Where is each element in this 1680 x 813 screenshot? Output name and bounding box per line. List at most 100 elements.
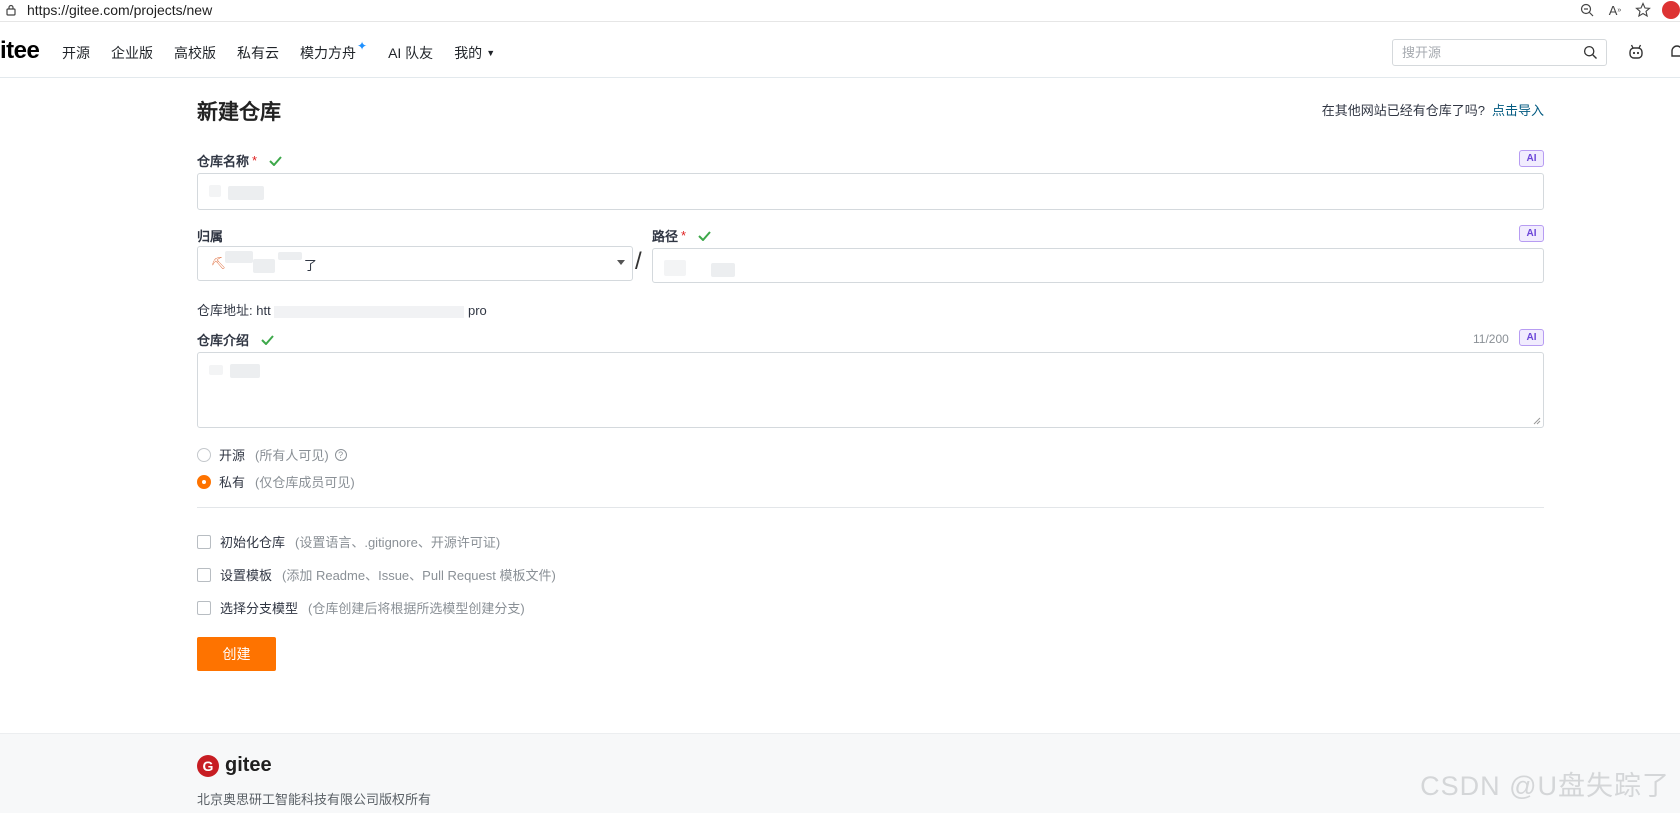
footer-logo-text: gitee — [225, 754, 272, 776]
valid-check-icon — [698, 230, 711, 241]
checkbox-label: 选择分支模型 — [220, 601, 299, 616]
search-input[interactable] — [1393, 40, 1573, 65]
intro-label-text: 仓库介绍 — [197, 333, 250, 348]
owner-label-text: 归属 — [197, 229, 224, 244]
nav-mine-dropdown[interactable]: 我的 ▼ — [454, 43, 495, 63]
nav-label: 高校版 — [174, 45, 216, 61]
profile-avatar-icon[interactable] — [1662, 1, 1680, 19]
import-hint: 在其他网站已经有仓库了吗? 点击导入 — [1322, 100, 1544, 119]
nav-moli-fangzhou[interactable]: 模力方舟 ✦ — [300, 39, 367, 63]
path-separator: / — [635, 248, 642, 275]
url-text[interactable]: https://gitee.com/projects/new — [27, 2, 212, 18]
radio-public[interactable] — [197, 447, 211, 462]
repo-address: 仓库地址: htt pro — [197, 300, 487, 319]
repo-name-label: 仓库名称 * — [197, 151, 282, 170]
browser-address-bar: https://gitee.com/projects/new A» — [0, 0, 1680, 22]
zoom-out-icon[interactable] — [1578, 1, 1596, 19]
path-input[interactable] — [652, 248, 1544, 283]
checkbox-templates[interactable] — [197, 567, 211, 582]
nav-label: 模力方舟 — [300, 45, 356, 61]
favorite-star-icon[interactable] — [1634, 1, 1652, 19]
redacted-text — [209, 365, 223, 375]
ai-assist-button[interactable]: AI — [1519, 225, 1544, 242]
redacted-text — [225, 251, 253, 263]
intro-textarea[interactable] — [197, 352, 1544, 428]
repo-name-input[interactable] — [197, 173, 1544, 210]
owner-select[interactable]: ⛏ 了 — [197, 246, 633, 281]
checkbox-label: 设置模板 — [220, 568, 273, 583]
nav-private-cloud[interactable]: 私有云 — [237, 43, 279, 63]
option-branch-model[interactable]: 选择分支模型 (仓库创建后将根据所选模型创建分支) — [197, 598, 525, 617]
owner-name-suffix: 了 — [304, 258, 318, 273]
path-label: 路径 * — [652, 226, 711, 245]
visibility-public[interactable]: 开源 (所有人可见) ? — [197, 445, 347, 464]
radio-hint: (仅仓库成员可见) — [255, 475, 355, 490]
owner-avatar-icon: ⛏ — [211, 256, 227, 270]
radio-hint: (所有人可见) — [255, 448, 329, 463]
repo-address-prefix: htt — [256, 303, 271, 318]
option-init-repo[interactable]: 初始化仓库 (设置语言、.gitignore、开源许可证) — [197, 532, 500, 551]
repo-name-label-text: 仓库名称 — [197, 154, 250, 169]
intro-char-counter: 11/200 — [1473, 332, 1509, 346]
checkbox-hint: (仓库创建后将根据所选模型创建分支) — [308, 601, 525, 616]
redacted-text — [209, 185, 221, 197]
watermark: CSDN @U盘失踪了 — [1420, 771, 1670, 801]
radio-private[interactable] — [197, 474, 211, 489]
search-box — [1392, 39, 1607, 66]
gitee-logo[interactable]: itee — [0, 37, 40, 65]
nav-label: 开源 — [62, 45, 90, 61]
redacted-text — [274, 305, 465, 318]
nav-label: 私有云 — [237, 45, 279, 61]
nav-open-source[interactable]: 开源 — [62, 43, 90, 63]
divider — [197, 507, 1544, 508]
nav-enterprise[interactable]: 企业版 — [111, 43, 153, 63]
checkbox-branch-model[interactable] — [197, 600, 211, 615]
checkbox-hint: (设置语言、.gitignore、开源许可证) — [295, 535, 501, 550]
redacted-text — [664, 260, 686, 276]
search-icon[interactable] — [1583, 45, 1598, 60]
required-mark: * — [681, 228, 687, 243]
nav-ai-teammate[interactable]: AI 队友 — [388, 43, 433, 63]
valid-check-icon — [261, 334, 274, 345]
page-title: 新建仓库 — [197, 101, 281, 124]
checkbox-label: 初始化仓库 — [220, 535, 286, 550]
ai-assist-button[interactable]: AI — [1519, 329, 1544, 346]
nav-education[interactable]: 高校版 — [174, 43, 216, 63]
site-footer: G gitee 北京奥思研工智能科技有限公司版权所有 CSDN @U盘失踪了 — [0, 733, 1680, 813]
path-label-text: 路径 — [652, 229, 679, 244]
sparkle-icon: ✦ — [357, 39, 368, 53]
import-question: 在其他网站已经有仓库了吗? — [1321, 103, 1485, 118]
visibility-private[interactable]: 私有 (仅仓库成员可见) — [197, 472, 355, 491]
create-button[interactable]: 创建 — [197, 637, 276, 671]
gitee-logo-icon: G — [197, 754, 219, 777]
checkbox-init-repo[interactable] — [197, 534, 211, 549]
robot-assistant-icon[interactable] — [1627, 43, 1645, 61]
browser-tools: A» — [1578, 1, 1680, 19]
radio-label: 私有 — [219, 475, 246, 490]
ai-assist-button[interactable]: AI — [1519, 150, 1544, 167]
import-link[interactable]: 点击导入 — [1492, 103, 1544, 118]
footer-copyright: 北京奥思研工智能科技有限公司版权所有 — [197, 792, 432, 807]
redacted-text — [228, 186, 264, 200]
owner-label: 归属 — [197, 226, 223, 245]
required-mark: * — [252, 153, 258, 168]
caret-down-icon — [617, 260, 625, 265]
option-templates[interactable]: 设置模板 (添加 Readme、Issue、Pull Request 模板文件) — [197, 565, 556, 584]
notification-bell-icon[interactable] — [1668, 43, 1680, 61]
repo-address-suffix: pro — [467, 303, 487, 318]
help-question-icon[interactable]: ? — [334, 448, 347, 461]
redacted-text — [278, 252, 302, 260]
nav-label: 企业版 — [111, 45, 153, 61]
read-aloud-icon[interactable]: A» — [1606, 1, 1624, 19]
redacted-text — [230, 364, 260, 378]
footer-logo[interactable]: G gitee — [197, 754, 272, 777]
intro-label: 仓库介绍 — [197, 330, 274, 349]
redacted-text — [711, 263, 735, 277]
lock-icon — [6, 4, 16, 16]
main-nav: 开源 企业版 高校版 私有云 模力方舟 ✦ AI 队友 我的 ▼ — [62, 39, 516, 63]
resize-handle-icon[interactable] — [1533, 417, 1541, 425]
repo-address-label: 仓库地址: — [197, 303, 253, 318]
nav-label: 我的 — [454, 45, 483, 61]
redacted-text — [253, 259, 275, 273]
checkbox-hint: (添加 Readme、Issue、Pull Request 模板文件) — [282, 568, 556, 583]
